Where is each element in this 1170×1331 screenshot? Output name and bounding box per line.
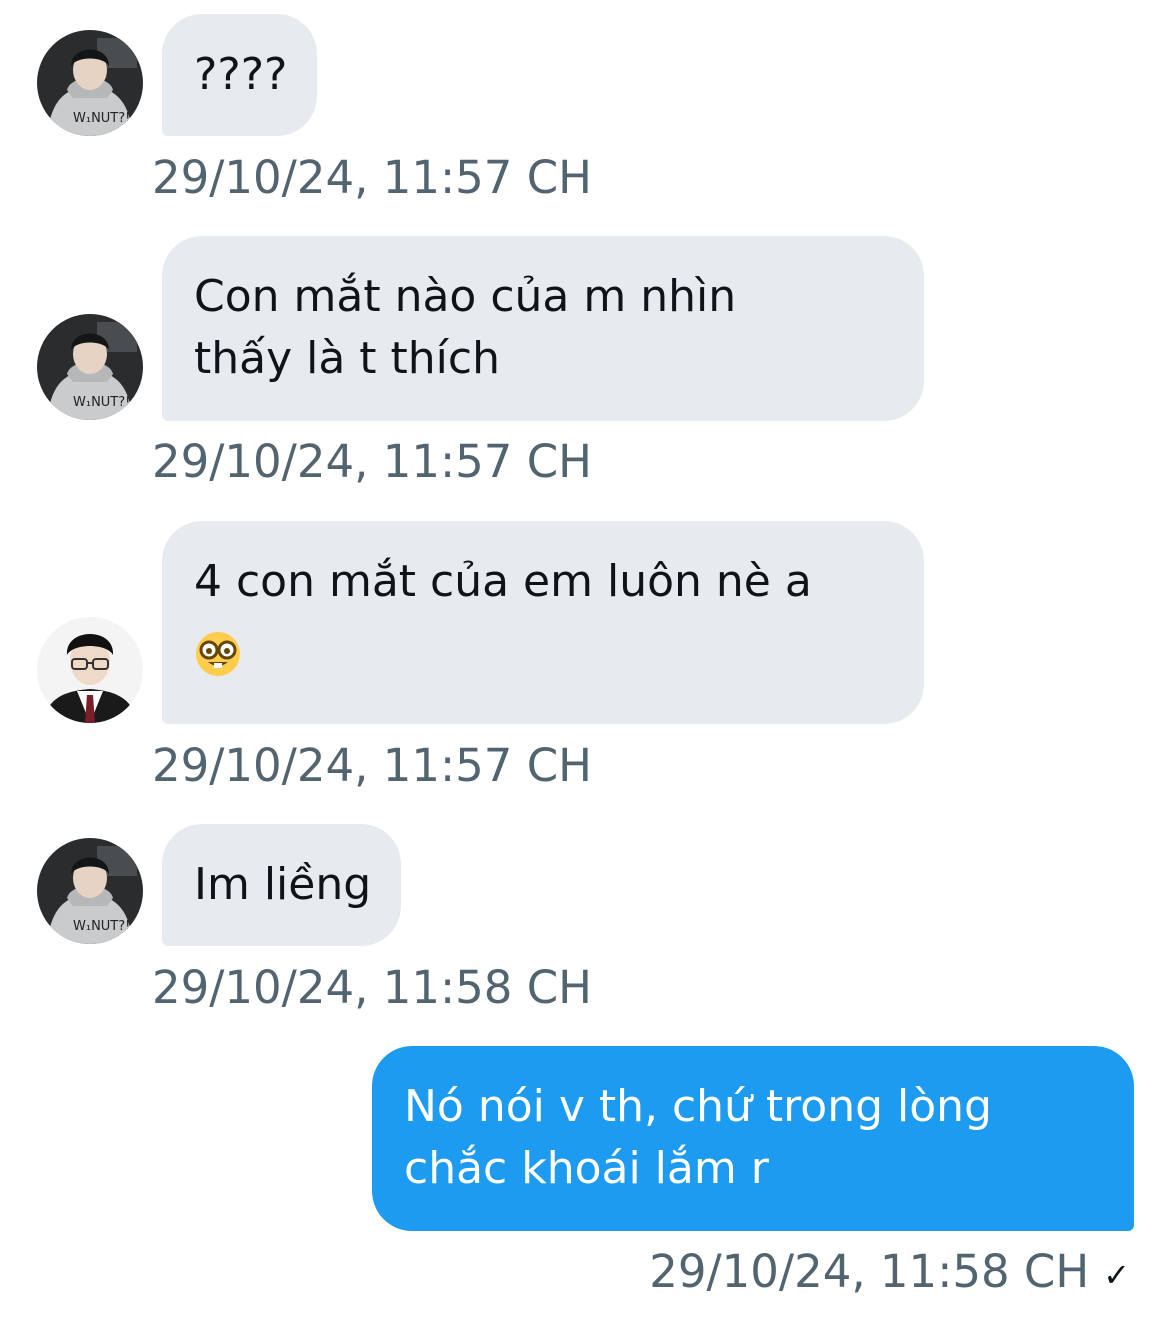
message-text: thấy là t thích <box>194 333 500 384</box>
message-text: Nó nói v th, chứ trong lòng <box>404 1081 992 1132</box>
message-bubble[interactable]: Con mắt nào của m nhìn thấy là t thích <box>162 236 924 421</box>
checkmark-icon: ✓ <box>1103 1256 1130 1294</box>
svg-text:W₁NUT?!: W₁NUT?! <box>73 395 130 410</box>
message-bubble[interactable]: ???? <box>162 14 318 136</box>
message-text: Con mắt nào của m nhìn <box>194 271 737 322</box>
svg-text:W₁NUT?!: W₁NUT?! <box>73 111 130 126</box>
nerd-face-emoji-icon <box>196 632 240 676</box>
avatar-hoodie-icon: W₁NUT?! <box>37 30 143 136</box>
message-bubble[interactable]: 4 con mắt của em luôn nè a <box>162 521 924 724</box>
avatar[interactable]: W₁NUT?! <box>37 314 143 420</box>
message-timestamp: 29/10/24, 11:58 CH <box>152 961 592 1014</box>
message-timestamp-row: 29/10/24, 11:58 CH ✓ <box>649 1244 1130 1303</box>
message-timestamp: 29/10/24, 11:58 CH <box>649 1245 1090 1298</box>
emoji-line <box>194 621 894 683</box>
avatar[interactable]: W₁NUT?! <box>37 838 143 944</box>
message-text: ???? <box>194 49 288 100</box>
svg-text:W₁NUT?!: W₁NUT?! <box>73 919 130 934</box>
message-timestamp: 29/10/24, 11:57 CH <box>152 435 592 488</box>
avatar-hoodie-icon: W₁NUT?! <box>37 838 143 944</box>
avatar-hoodie-icon: W₁NUT?! <box>37 314 143 420</box>
message-text: 4 con mắt của em luôn nè a <box>194 556 812 607</box>
message-text: Im liềng <box>194 859 372 910</box>
message-timestamp: 29/10/24, 11:57 CH <box>152 739 592 792</box>
avatar[interactable] <box>37 617 143 723</box>
message-timestamp: 29/10/24, 11:57 CH <box>152 151 592 204</box>
avatar[interactable]: W₁NUT?! <box>37 30 143 136</box>
message-bubble[interactable]: Im liềng <box>162 824 402 946</box>
message-text: chắc khoái lắm r <box>404 1143 769 1194</box>
message-bubble-outgoing[interactable]: Nó nói v th, chứ trong lòng chắc khoái l… <box>372 1046 1134 1231</box>
avatar-glasses-icon <box>37 617 143 723</box>
